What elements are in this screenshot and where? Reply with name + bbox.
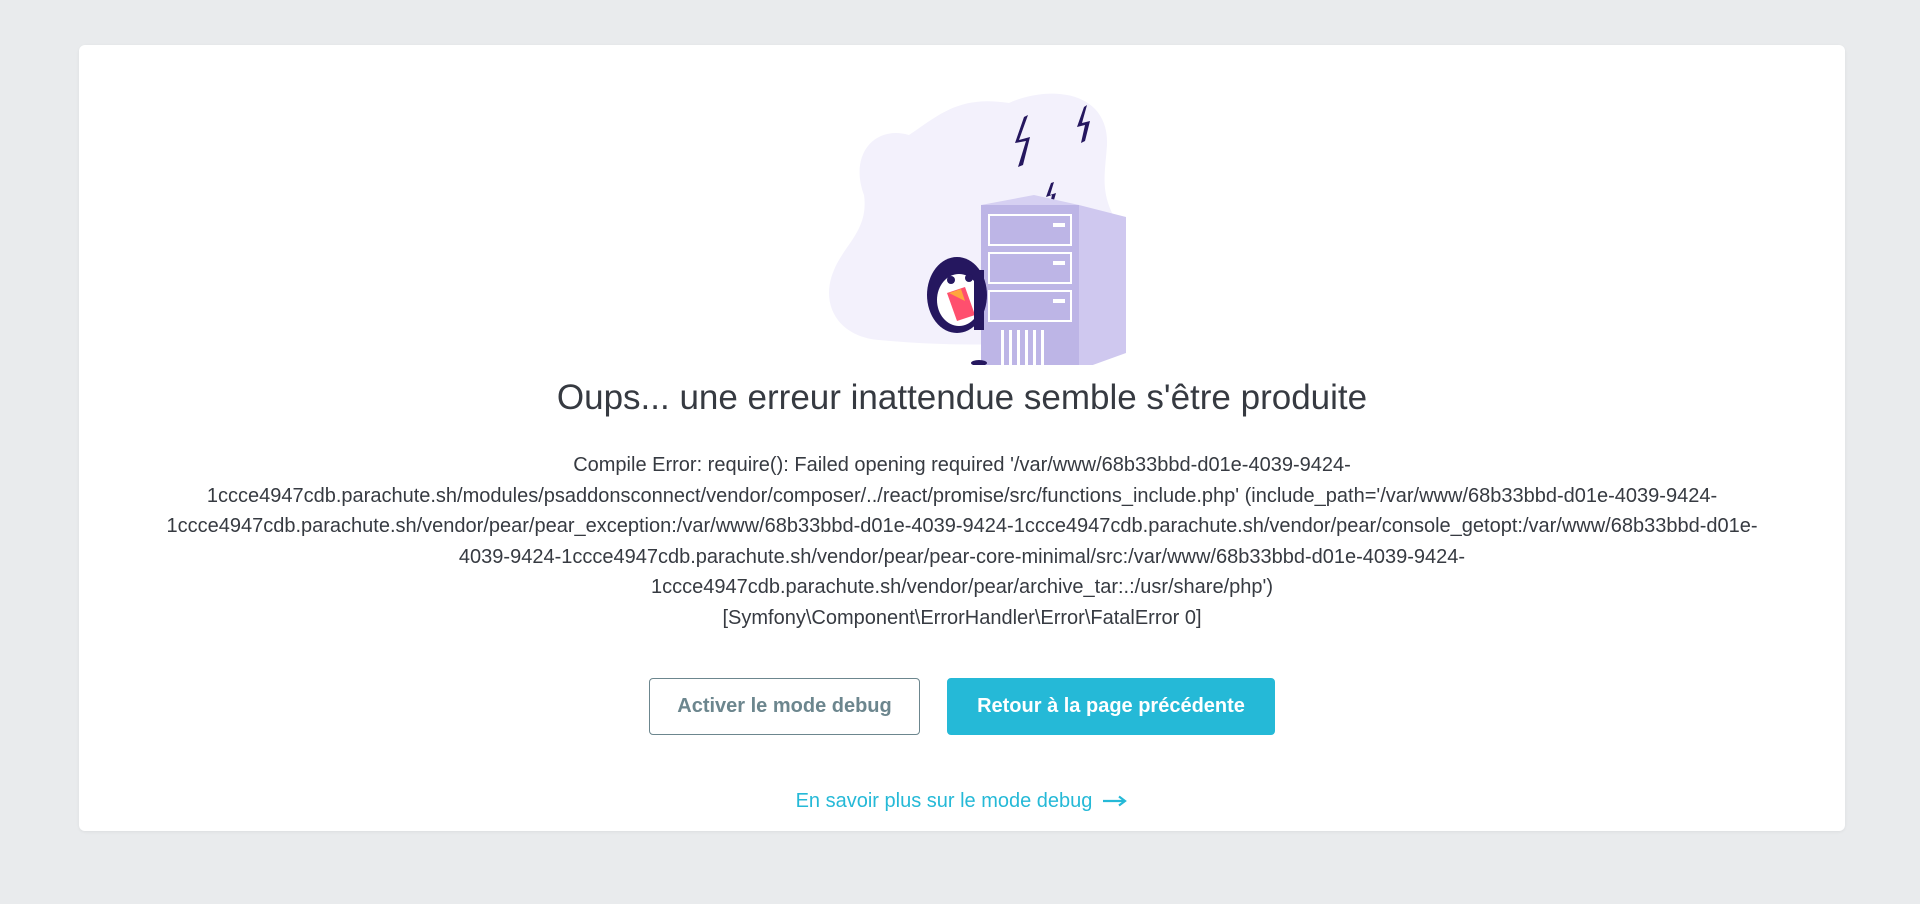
learn-more: En savoir plus sur le mode debug [79, 789, 1845, 813]
error-message: Compile Error: require(): Failed opening… [99, 450, 1825, 633]
server-error-puffin-illustration [829, 93, 1126, 370]
error-line: 1ccce4947cdb.parachute.sh/vendor/pear/pe… [166, 515, 1758, 537]
learn-more-label: En savoir plus sur le mode debug [795, 790, 1093, 812]
back-button[interactable]: Retour à la page précédente [947, 678, 1275, 735]
error-line: [Symfony\Component\ErrorHandler\Error\Fa… [722, 606, 1202, 629]
learn-more-debug-link[interactable]: En savoir plus sur le mode debug [796, 789, 1129, 813]
error-line: 1ccce4947cdb.parachute.sh/modules/psaddo… [206, 484, 1718, 507]
enable-debug-button[interactable]: Activer le mode debug [649, 678, 920, 735]
error-line: 1ccce4947cdb.parachute.sh/vendor/pear/ar… [651, 576, 1273, 598]
page-title: Oups... une erreur inattendue semble s'ê… [556, 378, 1368, 417]
error-line: Compile Error: require(): Failed opening… [573, 454, 1351, 476]
error-line: 4039-9424-1ccce4947cdb.parachute.sh/vend… [458, 545, 1466, 568]
action-buttons: Activer le mode debug Retour à la page p… [79, 678, 1845, 735]
server-error-illustration [779, 55, 1179, 370]
arrow-right-icon [1102, 795, 1128, 807]
error-card: Oups... une erreur inattendue semble s'ê… [79, 45, 1845, 831]
